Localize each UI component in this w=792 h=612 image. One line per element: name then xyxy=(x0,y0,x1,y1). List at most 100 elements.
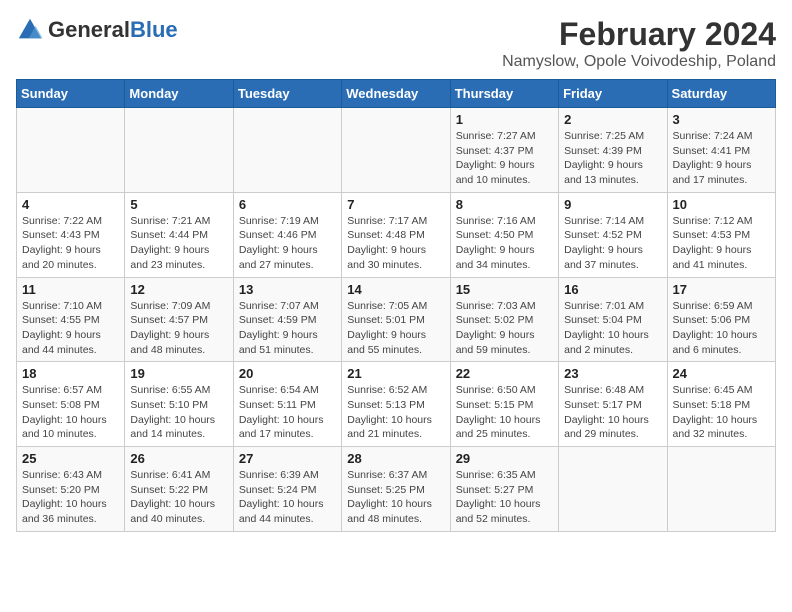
day-info: Sunrise: 7:25 AMSunset: 4:39 PMDaylight:… xyxy=(564,129,661,188)
calendar-cell: 23 Sunrise: 6:48 AMSunset: 5:17 PMDayligh… xyxy=(559,362,667,447)
calendar-cell: 10 Sunrise: 7:12 AMSunset: 4:53 PMDayligh… xyxy=(667,192,775,277)
calendar-cell: 29 Sunrise: 6:35 AMSunset: 5:27 PMDayligh… xyxy=(450,447,558,532)
calendar-week-4: 18Sunrise: 6:57 AMSunset: 5:08 PMDayligh… xyxy=(17,362,776,447)
calendar-cell: 18Sunrise: 6:57 AMSunset: 5:08 PMDayligh… xyxy=(17,362,125,447)
calendar-cell: 9 Sunrise: 7:14 AMSunset: 4:52 PMDaylight… xyxy=(559,192,667,277)
day-info: Sunrise: 6:59 AMSunset: 5:06 PMDaylight:… xyxy=(673,299,770,358)
day-info: Sunrise: 6:52 AMSunset: 5:13 PMDaylight:… xyxy=(347,383,444,442)
day-info: Sunrise: 6:48 AMSunset: 5:17 PMDaylight:… xyxy=(564,383,661,442)
day-number: 4 xyxy=(22,197,119,212)
calendar-cell: 11 Sunrise: 7:10 AMSunset: 4:55 PMDayligh… xyxy=(17,277,125,362)
calendar-cell: 2 Sunrise: 7:25 AMSunset: 4:39 PMDaylight… xyxy=(559,108,667,193)
day-info: Sunrise: 7:07 AMSunset: 4:59 PMDaylight:… xyxy=(239,299,336,358)
day-number: 10 xyxy=(673,197,770,212)
day-info: Sunrise: 6:54 AMSunset: 5:11 PMDaylight:… xyxy=(239,383,336,442)
day-number: 18 xyxy=(22,366,119,381)
day-info: Sunrise: 6:35 AMSunset: 5:27 PMDaylight:… xyxy=(456,468,553,527)
calendar-cell xyxy=(233,108,341,193)
calendar-cell xyxy=(559,447,667,532)
calendar-week-3: 11 Sunrise: 7:10 AMSunset: 4:55 PMDayligh… xyxy=(17,277,776,362)
calendar-cell: 6Sunrise: 7:19 AMSunset: 4:46 PMDaylight… xyxy=(233,192,341,277)
day-info: Sunrise: 7:14 AMSunset: 4:52 PMDaylight:… xyxy=(564,214,661,273)
calendar-cell xyxy=(17,108,125,193)
day-info: Sunrise: 7:12 AMSunset: 4:53 PMDaylight:… xyxy=(673,214,770,273)
day-number: 29 xyxy=(456,451,553,466)
day-number: 2 xyxy=(564,112,661,127)
calendar-cell: 28Sunrise: 6:37 AMSunset: 5:25 PMDayligh… xyxy=(342,447,450,532)
calendar-cell xyxy=(125,108,233,193)
day-info: Sunrise: 7:24 AMSunset: 4:41 PMDaylight:… xyxy=(673,129,770,188)
calendar-subtitle: Namyslow, Opole Voivodeship, Poland xyxy=(502,53,776,71)
day-number: 14 xyxy=(347,282,444,297)
day-number: 6 xyxy=(239,197,336,212)
calendar-cell: 26 Sunrise: 6:41 AMSunset: 5:22 PMDayligh… xyxy=(125,447,233,532)
calendar-cell: 20Sunrise: 6:54 AMSunset: 5:11 PMDayligh… xyxy=(233,362,341,447)
calendar-header: SundayMondayTuesdayWednesdayThursdayFrid… xyxy=(17,80,776,108)
page-header: GeneralBlue February 2024 Namyslow, Opol… xyxy=(16,16,776,71)
day-info: Sunrise: 7:05 AMSunset: 5:01 PMDaylight:… xyxy=(347,299,444,358)
calendar-week-5: 25Sunrise: 6:43 AMSunset: 5:20 PMDayligh… xyxy=(17,447,776,532)
day-info: Sunrise: 7:17 AMSunset: 4:48 PMDaylight:… xyxy=(347,214,444,273)
day-number: 16 xyxy=(564,282,661,297)
calendar-cell: 22 Sunrise: 6:50 AMSunset: 5:15 PMDayligh… xyxy=(450,362,558,447)
calendar-cell: 14 Sunrise: 7:05 AMSunset: 5:01 PMDayligh… xyxy=(342,277,450,362)
day-info: Sunrise: 6:39 AMSunset: 5:24 PMDaylight:… xyxy=(239,468,336,527)
day-info: Sunrise: 7:16 AMSunset: 4:50 PMDaylight:… xyxy=(456,214,553,273)
calendar-cell: 19 Sunrise: 6:55 AMSunset: 5:10 PMDayligh… xyxy=(125,362,233,447)
weekday-header-row: SundayMondayTuesdayWednesdayThursdayFrid… xyxy=(17,80,776,108)
calendar-cell: 21 Sunrise: 6:52 AMSunset: 5:13 PMDayligh… xyxy=(342,362,450,447)
calendar-cell: 12 Sunrise: 7:09 AMSunset: 4:57 PMDayligh… xyxy=(125,277,233,362)
day-number: 28 xyxy=(347,451,444,466)
calendar-cell: 8Sunrise: 7:16 AMSunset: 4:50 PMDaylight… xyxy=(450,192,558,277)
day-info: Sunrise: 7:03 AMSunset: 5:02 PMDaylight:… xyxy=(456,299,553,358)
day-info: Sunrise: 7:10 AMSunset: 4:55 PMDaylight:… xyxy=(22,299,119,358)
day-info: Sunrise: 7:01 AMSunset: 5:04 PMDaylight:… xyxy=(564,299,661,358)
calendar-body: 1 Sunrise: 7:27 AMSunset: 4:37 PMDaylight… xyxy=(17,108,776,532)
day-number: 7 xyxy=(347,197,444,212)
logo: GeneralBlue xyxy=(16,16,178,44)
calendar-cell: 5Sunrise: 7:21 AMSunset: 4:44 PMDaylight… xyxy=(125,192,233,277)
logo-text: GeneralBlue xyxy=(48,19,178,41)
day-number: 15 xyxy=(456,282,553,297)
weekday-header-sunday: Sunday xyxy=(17,80,125,108)
day-number: 25 xyxy=(22,451,119,466)
day-info: Sunrise: 6:55 AMSunset: 5:10 PMDaylight:… xyxy=(130,383,227,442)
calendar-cell: 16 Sunrise: 7:01 AMSunset: 5:04 PMDayligh… xyxy=(559,277,667,362)
calendar-cell: 3Sunrise: 7:24 AMSunset: 4:41 PMDaylight… xyxy=(667,108,775,193)
day-number: 17 xyxy=(673,282,770,297)
day-info: Sunrise: 6:50 AMSunset: 5:15 PMDaylight:… xyxy=(456,383,553,442)
day-number: 9 xyxy=(564,197,661,212)
day-number: 1 xyxy=(456,112,553,127)
day-number: 26 xyxy=(130,451,227,466)
day-info: Sunrise: 7:22 AMSunset: 4:43 PMDaylight:… xyxy=(22,214,119,273)
calendar-cell xyxy=(342,108,450,193)
day-number: 12 xyxy=(130,282,227,297)
calendar-cell: 27Sunrise: 6:39 AMSunset: 5:24 PMDayligh… xyxy=(233,447,341,532)
logo-icon xyxy=(16,16,44,44)
day-number: 13 xyxy=(239,282,336,297)
day-number: 19 xyxy=(130,366,227,381)
day-info: Sunrise: 7:27 AMSunset: 4:37 PMDaylight:… xyxy=(456,129,553,188)
day-info: Sunrise: 6:45 AMSunset: 5:18 PMDaylight:… xyxy=(673,383,770,442)
calendar-cell: 15 Sunrise: 7:03 AMSunset: 5:02 PMDayligh… xyxy=(450,277,558,362)
calendar-cell: 4 Sunrise: 7:22 AMSunset: 4:43 PMDaylight… xyxy=(17,192,125,277)
day-number: 21 xyxy=(347,366,444,381)
calendar-week-2: 4 Sunrise: 7:22 AMSunset: 4:43 PMDaylight… xyxy=(17,192,776,277)
day-info: Sunrise: 6:41 AMSunset: 5:22 PMDaylight:… xyxy=(130,468,227,527)
calendar-table: SundayMondayTuesdayWednesdayThursdayFrid… xyxy=(16,79,776,532)
calendar-cell: 7 Sunrise: 7:17 AMSunset: 4:48 PMDaylight… xyxy=(342,192,450,277)
day-info: Sunrise: 7:21 AMSunset: 4:44 PMDaylight:… xyxy=(130,214,227,273)
weekday-header-tuesday: Tuesday xyxy=(233,80,341,108)
calendar-cell xyxy=(667,447,775,532)
calendar-week-1: 1 Sunrise: 7:27 AMSunset: 4:37 PMDaylight… xyxy=(17,108,776,193)
day-info: Sunrise: 7:09 AMSunset: 4:57 PMDaylight:… xyxy=(130,299,227,358)
calendar-cell: 24Sunrise: 6:45 AMSunset: 5:18 PMDayligh… xyxy=(667,362,775,447)
weekday-header-friday: Friday xyxy=(559,80,667,108)
day-number: 11 xyxy=(22,282,119,297)
day-number: 23 xyxy=(564,366,661,381)
weekday-header-thursday: Thursday xyxy=(450,80,558,108)
weekday-header-wednesday: Wednesday xyxy=(342,80,450,108)
title-area: February 2024 Namyslow, Opole Voivodeshi… xyxy=(502,16,776,71)
day-number: 22 xyxy=(456,366,553,381)
weekday-header-saturday: Saturday xyxy=(667,80,775,108)
